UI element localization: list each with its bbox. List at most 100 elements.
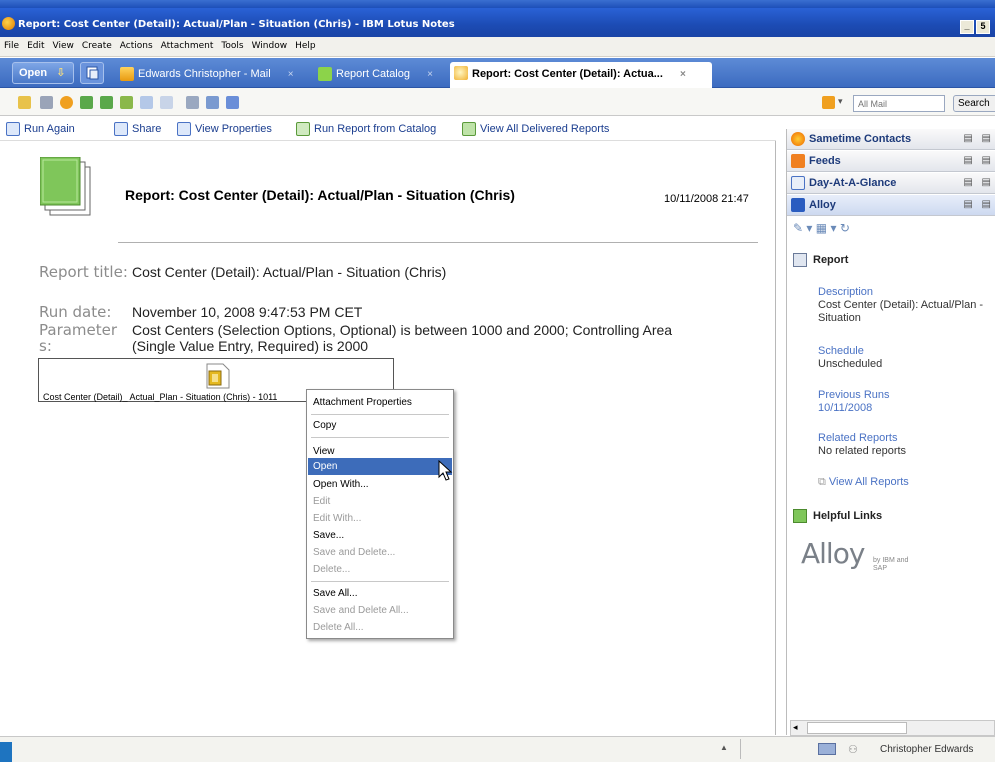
- search-scope-dropdown-icon[interactable]: ▾: [838, 96, 843, 107]
- panel-options-icon[interactable]: ▤ ▤: [963, 173, 994, 193]
- forward-mail-icon[interactable]: [140, 96, 153, 109]
- alloy-logo[interactable]: Alloy: [801, 537, 865, 570]
- schedule-label: Schedule: [818, 345, 864, 357]
- close-tab-catalog-icon[interactable]: ×: [427, 69, 433, 80]
- description-label: Description: [818, 286, 874, 298]
- search-input[interactable]: [853, 95, 945, 112]
- sidebar-panel-sametime[interactable]: Sametime Contacts ▤ ▤: [787, 129, 995, 150]
- panel-options-icon[interactable]: ▤ ▤: [963, 151, 994, 171]
- previous-runs-link[interactable]: 10/11/2008: [818, 402, 872, 415]
- action-bar: Run Again Share View Properties Run Repo…: [0, 117, 776, 141]
- catalog-icon: [318, 67, 332, 81]
- print-icon[interactable]: [40, 96, 53, 109]
- helpful-links-heading: Helpful Links: [813, 510, 883, 522]
- status-user[interactable]: Christopher Edwards: [880, 744, 973, 755]
- run-again-button[interactable]: Run Again: [6, 122, 75, 136]
- sidebar-scrollbar[interactable]: ◂: [790, 720, 995, 736]
- run-from-catalog-button[interactable]: Run Report from Catalog: [296, 122, 436, 136]
- day-at-a-glance-label: Day-At-A-Glance: [809, 177, 897, 189]
- window-title: Report: Cost Center (Detail): Actual/Pla…: [18, 19, 455, 30]
- parameters-value: Cost Centers (Selection Options, Optiona…: [132, 322, 673, 354]
- refresh-icon[interactable]: [60, 96, 73, 109]
- tab-mail[interactable]: Edwards Christopher - Mail ×: [116, 63, 312, 85]
- sametime-label: Sametime Contacts: [809, 133, 912, 145]
- report-title-heading: Report: Cost Center (Detail): Actual/Pla…: [125, 187, 515, 203]
- minimize-button[interactable]: _: [960, 20, 974, 34]
- sidebar: Sametime Contacts ▤ ▤ Feeds ▤ ▤ Day-At-A…: [786, 129, 995, 735]
- menu-view[interactable]: View: [49, 37, 78, 51]
- search-scope-icon[interactable]: [822, 96, 835, 109]
- panel-options-icon[interactable]: ▤ ▤: [963, 129, 994, 149]
- sidebar-panel-alloy[interactable]: Alloy ▤ ▤: [787, 195, 995, 216]
- edit-status-icon[interactable]: [818, 743, 836, 755]
- menu-edit[interactable]: Edit: [23, 37, 48, 51]
- menu-item-save[interactable]: Save...: [308, 527, 452, 544]
- share-button[interactable]: Share: [114, 122, 161, 136]
- menu-item-attachment-properties[interactable]: Attachment Properties: [308, 394, 452, 411]
- menu-item-open-with[interactable]: Open With...: [308, 476, 452, 493]
- schedule-value: Unscheduled: [818, 358, 883, 370]
- menu-actions[interactable]: Actions: [116, 37, 157, 51]
- panel-options-icon[interactable]: ▤ ▤: [963, 195, 994, 215]
- maximize-button[interactable]: 5: [976, 20, 990, 34]
- report-tab-icon: [454, 66, 468, 80]
- close-tab-mail-icon[interactable]: ×: [288, 69, 294, 80]
- find-icon[interactable]: [186, 96, 199, 109]
- menu-bar: File Edit View Create Actions Attachment Tools…: [0, 37, 995, 57]
- window-split-button[interactable]: [80, 62, 104, 84]
- menu-item-save-all[interactable]: Save All...: [308, 585, 452, 602]
- menu-tools[interactable]: Tools: [217, 37, 247, 51]
- report-title-value: Cost Center (Detail): Actual/Plan - Situ…: [132, 264, 447, 280]
- sidebar-panel-day-at-a-glance[interactable]: Day-At-A-Glance ▤ ▤: [787, 173, 995, 194]
- menu-file[interactable]: File: [0, 37, 23, 51]
- new-memo-icon[interactable]: [18, 96, 31, 109]
- tab-active-label: Report: Cost Center (Detail): Actua...: [472, 68, 663, 80]
- menu-help[interactable]: Help: [291, 37, 320, 51]
- reply-icon[interactable]: [120, 96, 133, 109]
- view-all-reports-link[interactable]: ⧉ View All Reports: [818, 476, 909, 489]
- alloy-view-icon[interactable]: ▦: [816, 221, 827, 235]
- report-icon: [793, 253, 807, 267]
- scroll-thumb[interactable]: [807, 722, 907, 734]
- run-again-icon: [6, 122, 20, 136]
- online-status-icon[interactable]: ⚇: [848, 743, 858, 756]
- menu-item-delete-all: Delete All...: [313, 622, 364, 633]
- status-bar: ▲ ⚇ Christopher Edwards: [0, 736, 995, 762]
- search-button[interactable]: Search: [953, 95, 995, 112]
- menu-separator: [311, 437, 449, 438]
- view-all-delivered-button[interactable]: View All Delivered Reports: [462, 122, 609, 136]
- back-icon[interactable]: [80, 96, 93, 109]
- move-icon[interactable]: [160, 96, 173, 109]
- description-value: Cost Center (Detail): Actual/Plan - Situ…: [818, 299, 984, 324]
- menu-item-delete: Delete...: [313, 564, 351, 575]
- run-from-catalog-label: Run Report from Catalog: [314, 123, 437, 135]
- report-date: 10/11/2008 21:47: [664, 193, 749, 205]
- menu-create[interactable]: Create: [78, 37, 116, 51]
- catalog-run-icon: [296, 122, 310, 136]
- close-tab-active-icon[interactable]: ×: [680, 69, 686, 80]
- forward-icon[interactable]: [100, 96, 113, 109]
- view-properties-label: View Properties: [195, 123, 272, 135]
- edit-icon[interactable]: [206, 96, 219, 109]
- menu-window[interactable]: Window: [248, 37, 292, 51]
- open-button[interactable]: Open ⇩: [12, 62, 74, 84]
- menu-item-copy[interactable]: Copy: [308, 417, 452, 434]
- delivered-reports-icon: [462, 122, 476, 136]
- share-label: Share: [132, 123, 162, 135]
- menu-item-open[interactable]: Open: [308, 458, 452, 475]
- copy-icon[interactable]: [226, 96, 239, 109]
- tab-catalog-label: Report Catalog: [336, 68, 410, 80]
- alloy-refresh-icon[interactable]: ↻: [840, 221, 850, 235]
- view-all-reports-label: View All Reports: [828, 476, 909, 488]
- menu-attachment[interactable]: Attachment: [157, 37, 218, 51]
- menu-separator: [311, 414, 449, 415]
- status-up-arrow-icon[interactable]: ▲: [720, 743, 728, 752]
- view-properties-button[interactable]: View Properties: [177, 122, 272, 136]
- tab-report-active[interactable]: Report: Cost Center (Detail): Actua... ×: [450, 62, 712, 88]
- sidebar-panel-feeds[interactable]: Feeds ▤ ▤: [787, 151, 995, 172]
- notes-logo-icon: [2, 17, 15, 30]
- title-bar[interactable]: Report: Cost Center (Detail): Actual/Pla…: [0, 8, 995, 37]
- tab-report-catalog[interactable]: Report Catalog ×: [314, 63, 448, 85]
- alloy-new-icon[interactable]: ✎: [793, 221, 803, 235]
- scroll-left-icon[interactable]: ◂: [793, 722, 798, 733]
